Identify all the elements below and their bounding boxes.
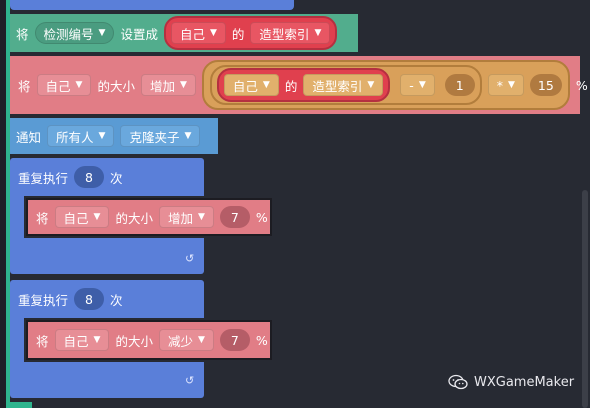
of-label: 的 (284, 78, 298, 94)
notify-label: 通知 (16, 129, 42, 145)
vertical-scrollbar[interactable] (582, 190, 588, 408)
repeat-count-input[interactable]: 8 (74, 166, 105, 188)
jiang-label: 将 (18, 78, 31, 94)
caret-down-icon: ▼ (314, 27, 322, 38)
change-op-dropdown[interactable]: 减少 ▼ (158, 329, 214, 351)
jiang-label: 将 (36, 333, 49, 349)
attribute-dropdown[interactable]: 造型索引 ▼ (250, 22, 331, 44)
sprite-dropdown[interactable]: 自己 ▼ (223, 74, 279, 96)
change-op-name: 增加 (149, 78, 175, 94)
jiang-label: 将 (36, 210, 49, 226)
sprite-name: 自己 (179, 26, 205, 42)
caret-down-icon: ▼ (367, 79, 375, 90)
number-input-1[interactable]: 1 (444, 74, 475, 96)
caret-down-icon: ▼ (209, 27, 217, 38)
size-of-label: 的大小 (115, 210, 153, 226)
times-label: 次 (110, 292, 123, 308)
loop1-header: 重复执行 8 次 (14, 164, 127, 190)
change-op-name: 增加 (167, 210, 193, 226)
attribute-name: 造型索引 (312, 78, 363, 94)
caret-down-icon: ▼ (418, 79, 426, 90)
costume-index-reporter[interactable]: 自己 ▼ 的 造型索引 ▼ (216, 68, 391, 102)
of-label: 的 (231, 26, 245, 42)
bottom-teal-edge (6, 402, 32, 408)
notify-target-dropdown[interactable]: 所有人 ▼ (47, 125, 115, 147)
message-dropdown[interactable]: 克隆夹子 ▼ (120, 125, 201, 147)
sprite-dropdown[interactable]: 自己 ▼ (170, 22, 226, 44)
multiply-operator[interactable]: 自己 ▼ 的 造型索引 ▼ - ▼ 1 * ▼ 15 (201, 60, 570, 110)
caret-down-icon: ▼ (262, 79, 270, 90)
watermark-text: WXGameMaker (474, 374, 575, 390)
repeat-label: 重复执行 (18, 292, 69, 308)
variable-dropdown[interactable]: 检测编号 ▼ (34, 22, 115, 44)
caret-down-icon: ▼ (197, 211, 205, 222)
notify-block[interactable]: 通知 所有人 ▼ 克隆夹子 ▼ (10, 118, 218, 154)
caret-down-icon: ▼ (98, 27, 106, 38)
percent-label: % (255, 209, 268, 225)
target-name: 自己 (63, 210, 89, 226)
caret-down-icon: ▼ (98, 130, 106, 141)
percent-label: % (255, 332, 268, 348)
number-input-15[interactable]: 15 (529, 74, 562, 96)
amount-input[interactable]: 7 (219, 329, 250, 351)
target-dropdown[interactable]: 自己 ▼ (36, 74, 92, 96)
change-op-dropdown[interactable]: 增加 ▼ (140, 74, 196, 96)
caret-down-icon: ▼ (179, 79, 187, 90)
set-to-label: 设置成 (120, 26, 158, 42)
times-dropdown[interactable]: * ▼ (487, 74, 524, 96)
caret-down-icon: ▼ (93, 334, 101, 345)
costume-index-reporter[interactable]: 自己 ▼ 的 造型索引 ▼ (163, 16, 338, 50)
change-size-block-inner-1[interactable]: 将 自己 ▼ 的大小 增加 ▼ 7 % (26, 198, 272, 236)
target-name: 自己 (45, 78, 71, 94)
change-op-name: 减少 (167, 333, 193, 349)
target-dropdown[interactable]: 自己 ▼ (54, 329, 110, 351)
top-block-stub[interactable] (10, 0, 294, 10)
set-variable-block[interactable]: 将 检测编号 ▼ 设置成 自己 ▼ 的 造型索引 ▼ (10, 14, 358, 52)
percent-label: % (575, 77, 588, 93)
caret-down-icon: ▼ (93, 211, 101, 222)
notify-target: 所有人 (56, 129, 94, 145)
caret-down-icon: ▼ (507, 79, 515, 90)
caret-down-icon: ▼ (75, 79, 83, 90)
variable-name: 检测编号 (43, 26, 94, 42)
message-name: 克隆夹子 (129, 129, 180, 145)
caret-down-icon: ▼ (197, 334, 205, 345)
attribute-dropdown[interactable]: 造型索引 ▼ (303, 74, 384, 96)
target-dropdown[interactable]: 自己 ▼ (54, 206, 110, 228)
watermark: WXGameMaker (448, 374, 574, 390)
minus-dropdown[interactable]: - ▼ (400, 74, 435, 96)
times-symbol: * (496, 77, 503, 93)
loop-arrow-icon: ↺ (185, 252, 195, 265)
size-of-label: 的大小 (97, 78, 135, 94)
loop-arrow-icon: ↺ (185, 374, 195, 387)
amount-input[interactable]: 7 (219, 206, 250, 228)
times-label: 次 (110, 170, 123, 186)
change-op-dropdown[interactable]: 增加 ▼ (158, 206, 214, 228)
change-size-block[interactable]: 将 自己 ▼ 的大小 增加 ▼ 自己 ▼ 的 造型索引 ▼ - ▼ 1 * ▼ … (10, 56, 588, 114)
repeat-label: 重复执行 (18, 170, 69, 186)
sprite-name: 自己 (232, 78, 258, 94)
caret-down-icon: ▼ (184, 130, 192, 141)
subtract-operator[interactable]: 自己 ▼ 的 造型索引 ▼ - ▼ 1 (209, 65, 482, 105)
target-name: 自己 (63, 333, 89, 349)
change-size-block-inner-2[interactable]: 将 自己 ▼ 的大小 减少 ▼ 7 % (26, 320, 272, 360)
size-of-label: 的大小 (115, 333, 153, 349)
repeat-count-input[interactable]: 8 (74, 288, 105, 310)
loop2-header: 重复执行 8 次 (14, 286, 127, 312)
wechat-icon (448, 374, 468, 390)
attribute-name: 造型索引 (259, 26, 310, 42)
jiang-label: 将 (16, 26, 29, 42)
minus-symbol: - (409, 77, 414, 93)
